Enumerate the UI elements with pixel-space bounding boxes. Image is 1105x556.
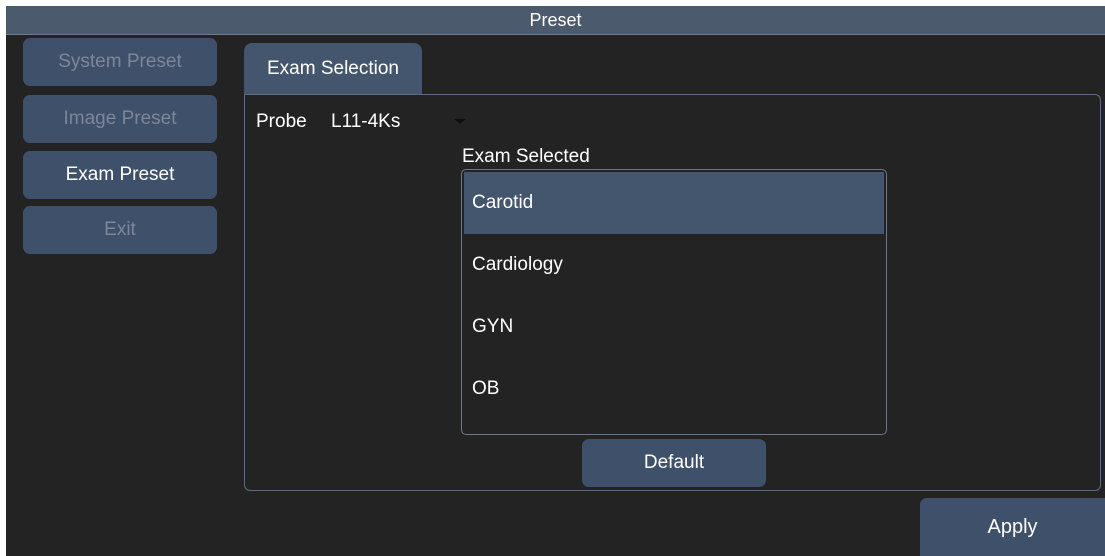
exam-list-item-ob[interactable]: OB — [464, 358, 884, 420]
exam-list-item-carotid[interactable]: Carotid — [464, 172, 884, 234]
sidebar-item-exam-preset[interactable]: Exam Preset — [23, 151, 217, 199]
tab-exam-selection[interactable]: Exam Selection — [244, 43, 422, 95]
exam-list: Carotid Cardiology GYN OB — [461, 169, 887, 435]
sidebar-item-system-preset[interactable]: System Preset — [23, 38, 217, 86]
probe-label: Probe — [256, 111, 307, 132]
default-button[interactable]: Default — [582, 439, 766, 487]
apply-button[interactable]: Apply — [920, 498, 1105, 556]
exam-list-item-gyn[interactable]: GYN — [464, 296, 884, 358]
exam-selected-heading: Exam Selected — [462, 146, 590, 167]
sidebar-item-image-preset[interactable]: Image Preset — [23, 95, 217, 143]
probe-select[interactable]: L11-4Ks — [331, 111, 400, 133]
preset-screen: Preset System Preset Image Preset Exam P… — [6, 6, 1105, 556]
sidebar-item-exit[interactable]: Exit — [23, 206, 217, 254]
exam-list-item-cardiology[interactable]: Cardiology — [464, 234, 884, 296]
window-title: Preset — [6, 6, 1105, 35]
dropdown-arrow-icon-fill — [454, 119, 466, 124]
